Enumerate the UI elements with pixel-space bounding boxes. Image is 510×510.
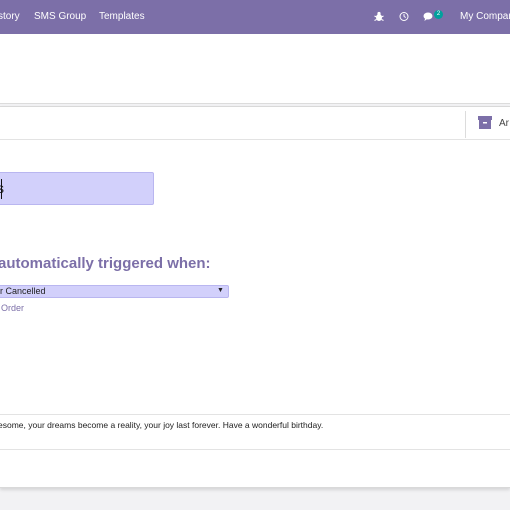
company-switcher[interactable]: My Compan xyxy=(460,11,510,22)
trigger-heading: automatically triggered when: xyxy=(0,255,211,272)
chat-count-badge: 2 xyxy=(434,10,443,19)
bug-icon[interactable] xyxy=(374,11,384,22)
clock-icon[interactable] xyxy=(399,11,409,22)
message-text: esome, your dreams become a reality, you… xyxy=(0,420,324,430)
trigger-select[interactable]: r Cancelled ▼ xyxy=(0,285,229,298)
trigger-select-value: r Cancelled xyxy=(0,286,46,296)
button-box-divider xyxy=(465,111,466,138)
menu-templates[interactable]: Templates xyxy=(99,11,145,22)
caret-down-icon: ▼ xyxy=(217,287,224,294)
message-field[interactable]: esome, your dreams become a reality, you… xyxy=(0,414,510,450)
page-background xyxy=(0,496,510,510)
text-cursor xyxy=(1,179,2,199)
model-link[interactable]: Order xyxy=(1,303,24,313)
form-sheet: Ar s automatically triggered when: r Can… xyxy=(0,106,510,488)
top-navbar: story SMS Group Templates 2 My Compan xyxy=(0,0,510,34)
control-panel xyxy=(0,34,510,104)
menu-history[interactable]: story xyxy=(0,11,20,22)
name-input[interactable]: s xyxy=(0,172,154,205)
archive-icon[interactable] xyxy=(478,116,492,130)
button-box: Ar xyxy=(0,107,510,140)
menu-sms-group[interactable]: SMS Group xyxy=(34,11,86,22)
chat-icon[interactable] xyxy=(423,11,433,22)
archive-button-label[interactable]: Ar xyxy=(499,118,509,129)
